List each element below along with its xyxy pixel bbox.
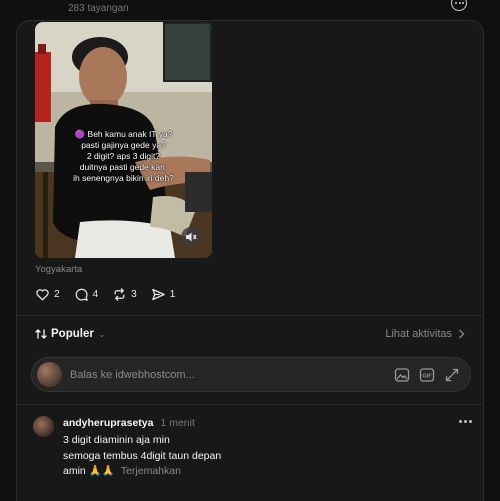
heart-icon [36, 288, 49, 300]
share-button[interactable]: 1 [151, 285, 176, 303]
like-button[interactable]: 2 [35, 285, 60, 303]
caption-line: ih senengnya bikin iri deh? [73, 173, 174, 183]
comment-time: 1 menit [160, 417, 195, 429]
image-icon[interactable] [394, 367, 410, 383]
comment-header: andyheruprasetya 1 menit [63, 417, 195, 429]
caption-line: pasti gajinya gede ya? [81, 140, 166, 150]
expand-icon[interactable] [444, 367, 460, 383]
chevron-down-icon: ⌄ [97, 328, 106, 339]
reply-composer: GIF [31, 357, 471, 392]
sort-dropdown[interactable]: Populer ⌄ [35, 328, 105, 340]
caption-line: 2 digit? aps 3 digit? [86, 151, 161, 161]
repost-button[interactable]: 3 [112, 285, 137, 303]
comment-last-line: amin 🙏🙏 Terjemahkan [63, 464, 463, 480]
share-count: 1 [169, 288, 176, 300]
like-count: 2 [54, 288, 60, 300]
replies-header: Populer ⌄ Lihat aktivitas [35, 328, 465, 344]
comment-line: amin 🙏🙏 [63, 465, 115, 477]
comment-icon [75, 288, 88, 301]
reply-tools: GIF [394, 367, 460, 383]
more-icon[interactable] [451, 0, 467, 11]
post-video[interactable]: 🟣 Beh kamu anak IT ya? pasti gajinya ged… [35, 22, 212, 258]
reply-button[interactable]: 4 [74, 285, 99, 303]
divider [17, 315, 483, 316]
post-card: 🟣 Beh kamu anak IT ya? pasti gajinya ged… [16, 20, 484, 501]
caption-line: duitnya pasti gede kan, [79, 162, 168, 172]
more-icon[interactable] [459, 420, 473, 424]
activity-link-label: Lihat aktivitas [385, 328, 452, 340]
comment-text: 3 digit diaminin aja min semoga tembus 4… [63, 433, 463, 480]
comment-line: semoga tembus 4digit taun depan [63, 449, 222, 462]
views-count: 283 tayangan [68, 3, 129, 14]
post-location[interactable]: Yogyakarta [35, 264, 82, 275]
reply-input[interactable] [70, 367, 370, 383]
gif-icon[interactable]: GIF [419, 367, 435, 383]
reply-count: 4 [92, 288, 99, 300]
post-actions: 2 4 3 1 [35, 285, 175, 303]
divider [17, 404, 483, 405]
svg-text:GIF: GIF [422, 374, 432, 380]
translate-link[interactable]: Terjemahkan [121, 465, 181, 477]
volume-mute-icon[interactable] [181, 227, 201, 247]
view-activity-link[interactable]: Lihat aktivitas [385, 328, 465, 340]
sort-icon [35, 329, 47, 339]
comment-line: 3 digit diaminin aja min [63, 434, 170, 446]
chevron-right-icon [459, 329, 465, 339]
avatar[interactable] [33, 416, 54, 437]
avatar [37, 362, 62, 387]
comment-username[interactable]: andyheruprasetya [63, 417, 153, 429]
thread-page: 283 tayangan 🟣 Beh kamu anak IT ya? past… [0, 0, 500, 501]
share-icon [151, 288, 165, 300]
repost-icon [114, 287, 125, 301]
repost-count: 3 [131, 288, 137, 300]
video-caption: 🟣 Beh kamu anak IT ya? pasti gajinya ged… [35, 129, 212, 184]
caption-line: 🟣 Beh kamu anak IT ya? [74, 129, 173, 139]
sort-label: Populer [51, 328, 94, 340]
